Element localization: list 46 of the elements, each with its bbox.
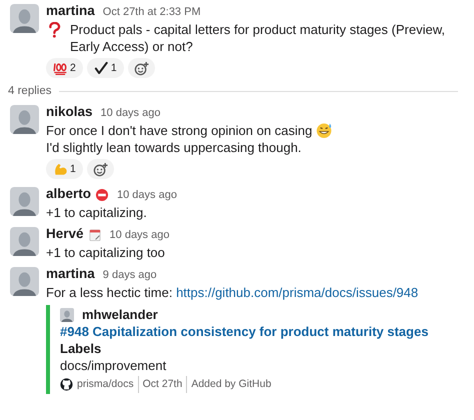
reaction-button[interactable]: 2: [46, 58, 83, 78]
attachment-author: mhwelander: [82, 306, 158, 323]
calendar-icon: [88, 228, 102, 242]
add-emoji-icon: [92, 162, 108, 176]
footer-text: Oct 27th: [138, 376, 182, 393]
message-text: +1 to capitalizing too: [46, 244, 165, 261]
timestamp[interactable]: 9 days ago: [102, 267, 157, 284]
avatar[interactable]: [10, 267, 39, 296]
replies-count: 4 replies: [8, 84, 52, 99]
avatar[interactable]: [10, 4, 39, 33]
message-text: I'd slightly lean towards uppercasing though.: [46, 139, 302, 156]
author-name[interactable]: nikolas: [46, 103, 93, 120]
avatar[interactable]: [60, 308, 74, 322]
timestamp[interactable]: 10 days ago: [110, 227, 170, 244]
footer-text: prisma/docs: [77, 377, 134, 392]
avatar[interactable]: [10, 105, 39, 134]
author-name[interactable]: alberto: [46, 185, 92, 202]
author-name[interactable]: martina: [46, 2, 95, 19]
add-reaction-button[interactable]: [128, 58, 155, 78]
hundred-points-icon: [53, 61, 67, 75]
field-label: Labels: [60, 340, 102, 357]
check-mark-icon: [94, 61, 108, 75]
timestamp[interactable]: Oct 27th at 2:33 PM: [102, 4, 201, 21]
field-value: docs/improvement: [60, 357, 168, 374]
add-emoji-icon: [134, 60, 149, 76]
message-text: For once I don't have strong opinion on casing: [46, 122, 312, 139]
flexed-arm-icon: [53, 162, 67, 176]
grinning-face-icon: [316, 122, 332, 138]
message-text: For a less hectic time:: [46, 284, 172, 301]
author-name[interactable]: martina: [46, 265, 95, 282]
avatar[interactable]: [10, 187, 39, 216]
timestamp[interactable]: 10 days ago: [117, 187, 177, 204]
message-text: Product pals - capital letters for product maturity stages (Preview, Early Access) or not?: [70, 21, 446, 55]
no-entry-icon: [95, 188, 110, 202]
reaction-button[interactable]: 1: [86, 58, 124, 78]
question-mark-icon: [46, 22, 62, 38]
link[interactable]: https://github.com/prisma/docs/issues/948: [176, 285, 418, 300]
add-reaction-button[interactable]: [86, 159, 114, 179]
footer-text: Added by GitHub: [186, 376, 272, 393]
avatar[interactable]: [10, 227, 39, 256]
timestamp[interactable]: 10 days ago: [100, 105, 160, 122]
author-name[interactable]: Hervé: [46, 225, 84, 242]
github-logo-icon: [60, 378, 73, 391]
issue-title-link[interactable]: #948 Capitalization consistency for product maturity stages: [60, 323, 466, 340]
reaction-button[interactable]: 1: [46, 159, 83, 179]
message-text: +1 to capitalizing.: [46, 204, 147, 221]
